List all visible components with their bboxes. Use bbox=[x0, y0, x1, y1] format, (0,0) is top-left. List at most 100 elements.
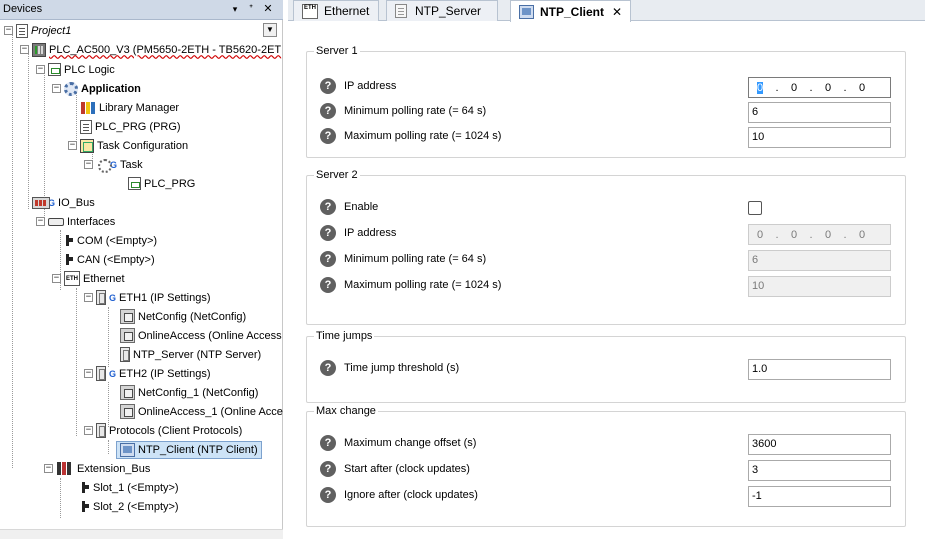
collapse-toggle-icon[interactable]: − bbox=[84, 293, 93, 302]
ignore-after-input[interactable]: -1 bbox=[748, 486, 891, 507]
plc-device-icon bbox=[32, 42, 46, 57]
server1-min-polling-input[interactable]: 6 bbox=[748, 102, 891, 123]
collapse-toggle-icon[interactable]: − bbox=[52, 274, 61, 283]
tree-item-library-manager[interactable]: Library Manager bbox=[80, 98, 179, 117]
ip-octet[interactable]: 0 bbox=[783, 82, 805, 94]
server1-group: Server 1 ? IP address 0 . 0 . 0 . 0 ? Mi… bbox=[306, 45, 906, 158]
close-panel-icon[interactable]: ✕ bbox=[261, 2, 275, 17]
ip-separator: . bbox=[809, 81, 813, 94]
tree-item-task-plc-prg[interactable]: PLC_PRG bbox=[128, 174, 195, 193]
collapse-toggle-icon[interactable]: − bbox=[84, 160, 93, 169]
tree-item-netconfig-1[interactable]: NetConfig_1 (NetConfig) bbox=[120, 383, 258, 402]
ip-octet[interactable]: 0 bbox=[817, 229, 839, 241]
collapse-toggle-icon[interactable]: − bbox=[36, 217, 45, 226]
tree-item-interfaces[interactable]: − Interfaces bbox=[36, 212, 115, 231]
collapse-toggle-icon[interactable]: − bbox=[84, 369, 93, 378]
server2-min-polling-input[interactable]: 6 bbox=[748, 250, 891, 271]
horizontal-scrollbar[interactable] bbox=[0, 529, 283, 539]
tree-item-protocols[interactable]: − Protocols (Client Protocols) bbox=[84, 421, 242, 440]
help-icon[interactable]: ? bbox=[320, 435, 336, 451]
ip-octet[interactable]: 0 bbox=[783, 229, 805, 241]
pin-icon[interactable]: ᐩ bbox=[244, 2, 258, 17]
library-books-icon bbox=[80, 101, 96, 115]
tab-ethernet[interactable]: ETH Ethernet bbox=[293, 0, 379, 21]
tree-item-eth1[interactable]: − G ETH1 (IP Settings) bbox=[84, 288, 211, 307]
field-label: Ignore after (clock updates) bbox=[344, 489, 478, 501]
collapse-toggle-icon[interactable]: − bbox=[84, 426, 93, 435]
tree-item-label: Library Manager bbox=[99, 101, 180, 114]
help-icon[interactable]: ? bbox=[320, 103, 336, 119]
server2-max-polling-input[interactable]: 10 bbox=[748, 276, 891, 297]
tree-item-label: PLC_PRG (PRG) bbox=[95, 120, 181, 133]
tree-item-io-bus[interactable]: G IO_Bus bbox=[32, 193, 95, 212]
max-change-offset-input[interactable]: 3600 bbox=[748, 434, 891, 455]
tab-ntp-server[interactable]: NTP_Server bbox=[386, 0, 498, 21]
tree-item-can[interactable]: CAN (<Empty>) bbox=[64, 250, 155, 269]
field-label: Maximum change offset (s) bbox=[344, 437, 477, 449]
server2-enable-checkbox[interactable] bbox=[748, 201, 762, 215]
server1-ip-input[interactable]: 0 . 0 . 0 . 0 bbox=[748, 77, 891, 98]
ntp-client-icon bbox=[519, 4, 534, 19]
help-icon[interactable]: ? bbox=[320, 461, 336, 477]
netconfig-icon bbox=[120, 385, 135, 400]
server1-max-polling-input[interactable]: 10 bbox=[748, 127, 891, 148]
ntp-client-icon bbox=[120, 442, 135, 457]
tree-item-com[interactable]: COM (<Empty>) bbox=[64, 231, 157, 250]
max-offset-row: ? Maximum change offset (s) 3600 bbox=[318, 434, 893, 455]
tree-item-eth2[interactable]: − G ETH2 (IP Settings) bbox=[84, 364, 211, 383]
tree-item-onlineaccess-1[interactable]: OnlineAccess_1 (Online Acce bbox=[120, 402, 283, 421]
ip-separator: . bbox=[843, 81, 847, 94]
tree-item-task[interactable]: − G Task bbox=[84, 155, 143, 174]
ip-octet[interactable]: 0 bbox=[817, 82, 839, 94]
help-icon[interactable]: ? bbox=[320, 199, 336, 215]
g-badge-icon: G bbox=[109, 292, 117, 303]
start-after-input[interactable]: 3 bbox=[748, 460, 891, 481]
panel-menu-dropdown-icon[interactable]: ▾ bbox=[228, 2, 242, 17]
help-icon[interactable]: ? bbox=[320, 128, 336, 144]
tree-item-plc-ac500[interactable]: − PLC_AC500_V3 (PM5650-2ETH - TB5620-2ET bbox=[20, 40, 281, 59]
help-icon[interactable]: ? bbox=[320, 78, 336, 94]
tree-item-label: NTP_Server (NTP Server) bbox=[133, 348, 262, 361]
tree-scroll-dropdown-icon[interactable]: ▼ bbox=[263, 23, 277, 37]
tree-item-plc-prg[interactable]: PLC_PRG (PRG) bbox=[80, 117, 181, 136]
close-tab-icon[interactable]: ✕ bbox=[612, 5, 622, 19]
project-icon bbox=[16, 23, 28, 38]
tree-item-application[interactable]: − Application bbox=[52, 79, 141, 98]
tree-connector-line bbox=[60, 478, 61, 518]
help-icon[interactable]: ? bbox=[320, 487, 336, 503]
tree-item-ntp-client[interactable]: NTP_Client (NTP Client) bbox=[116, 440, 262, 459]
help-icon[interactable]: ? bbox=[320, 360, 336, 376]
tree-item-label: PLC_AC500_V3 (PM5650-2ETH - TB5620-2ET bbox=[49, 43, 282, 56]
tree-item-onlineaccess[interactable]: OnlineAccess (Online Access bbox=[120, 326, 282, 345]
ntp-server-icon bbox=[120, 347, 130, 362]
tree-item-plc-logic[interactable]: − PLC Logic bbox=[36, 60, 115, 79]
tree-item-ntp-server[interactable]: NTP_Server (NTP Server) bbox=[120, 345, 261, 364]
ip-octet[interactable]: 0 bbox=[851, 82, 873, 94]
collapse-toggle-icon[interactable]: − bbox=[44, 464, 53, 473]
collapse-toggle-icon[interactable]: − bbox=[20, 45, 29, 54]
ip-octet[interactable]: 0 bbox=[851, 229, 873, 241]
group-title: Max change bbox=[314, 405, 378, 417]
help-icon[interactable]: ? bbox=[320, 277, 336, 293]
ip-octet[interactable]: 0 bbox=[749, 229, 771, 241]
time-jump-threshold-input[interactable]: 1.0 bbox=[748, 359, 891, 380]
help-icon[interactable]: ? bbox=[320, 251, 336, 267]
tree-item-project1[interactable]: − Project1 bbox=[4, 21, 71, 40]
ip-octet[interactable]: 0 bbox=[757, 81, 763, 94]
collapse-toggle-icon[interactable]: − bbox=[4, 26, 13, 35]
tab-ntp-client[interactable]: NTP_Client ✕ bbox=[510, 0, 631, 22]
collapse-toggle-icon[interactable]: − bbox=[52, 84, 61, 93]
tree-item-ethernet[interactable]: − ETH Ethernet bbox=[52, 269, 125, 288]
ntp-client-editor: Server 1 ? IP address 0 . 0 . 0 . 0 ? Mi… bbox=[288, 22, 925, 539]
server2-ip-input[interactable]: 0 . 0 . 0 . 0 bbox=[748, 224, 891, 245]
tree-item-netconfig[interactable]: NetConfig (NetConfig) bbox=[120, 307, 246, 326]
tree-item-label: IO_Bus bbox=[58, 196, 95, 209]
tree-item-extension-bus[interactable]: − Extension_Bus bbox=[44, 459, 150, 478]
tree-item-slot-1[interactable]: Slot_1 (<Empty>) bbox=[80, 478, 179, 497]
tree-item-label: Application bbox=[81, 82, 141, 95]
help-icon[interactable]: ? bbox=[320, 225, 336, 241]
collapse-toggle-icon[interactable]: − bbox=[68, 141, 77, 150]
tree-item-slot-2[interactable]: Slot_2 (<Empty>) bbox=[80, 497, 179, 516]
collapse-toggle-icon[interactable]: − bbox=[36, 65, 45, 74]
tree-item-task-configuration[interactable]: − Task Configuration bbox=[68, 136, 188, 155]
